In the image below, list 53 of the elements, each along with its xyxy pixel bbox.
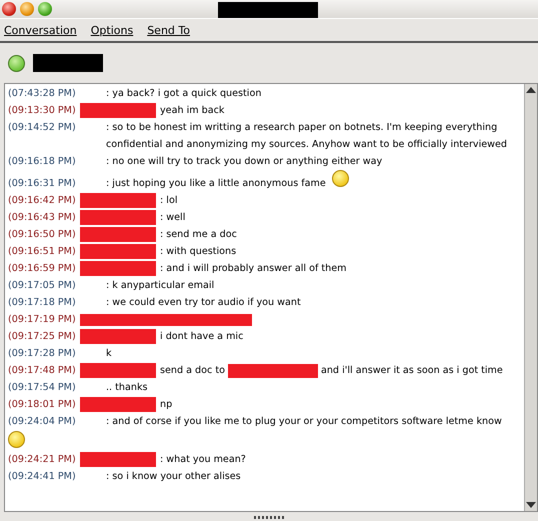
message-text: .. thanks bbox=[106, 381, 149, 395]
timestamp: (09:17:18 PM) bbox=[8, 296, 77, 310]
timestamp: (09:16:18 PM) bbox=[8, 155, 77, 169]
timestamp: (09:16:59 PM) bbox=[8, 262, 77, 276]
message-text: : lol bbox=[160, 194, 178, 208]
close-button[interactable] bbox=[2, 2, 16, 16]
timestamp: (09:24:21 PM) bbox=[8, 453, 77, 467]
timestamp: (09:16:31 PM) bbox=[8, 177, 77, 191]
timestamp: (09:17:28 PM) bbox=[8, 347, 77, 361]
message-text: : well bbox=[160, 211, 186, 225]
message-text: : k anyparticular email bbox=[106, 279, 216, 293]
message-text: np bbox=[160, 398, 174, 412]
menu-item[interactable]: Send To bbox=[147, 24, 190, 36]
menu-item[interactable]: Conversation bbox=[4, 24, 77, 36]
message-text: and i'll answer it as soon as i got time bbox=[320, 364, 503, 378]
message-text: : so to be honest im writting a research paper on botnets. I'm keeping everything confidential and anonymizing my sources. Anyhow want to be officially interviewed bbox=[106, 121, 508, 152]
message-text: send a doc to bbox=[160, 364, 225, 378]
message-text: : ya back? i got a quick question bbox=[106, 87, 262, 101]
message-text: i dont have a mic bbox=[160, 330, 244, 344]
timestamp: (09:16:50 PM) bbox=[8, 228, 77, 242]
timestamp: (09:13:30 PM) bbox=[8, 104, 77, 118]
timestamp: (09:17:05 PM) bbox=[8, 279, 77, 293]
timestamp: (09:17:19 PM) bbox=[8, 313, 77, 327]
message-text: : no one will try to track you down or anything either way bbox=[106, 155, 384, 169]
timestamp: (09:16:51 PM) bbox=[8, 245, 77, 259]
timestamp: (09:17:48 PM) bbox=[8, 364, 77, 378]
message-text: : and of corse if you like me to plug your or your competitors software letme know bbox=[106, 415, 503, 429]
scrollbar[interactable] bbox=[524, 84, 537, 511]
message-text: : so i know your other alises bbox=[106, 470, 242, 484]
timestamp: (09:14:52 PM) bbox=[8, 121, 77, 135]
message-text: : we could even try tor audio if you want bbox=[106, 296, 302, 310]
scroll-down-icon[interactable] bbox=[526, 502, 536, 508]
message-text: : what you mean? bbox=[160, 453, 247, 467]
timestamp: (09:16:42 PM) bbox=[8, 194, 77, 208]
message-text: : and i will probably answer all of them bbox=[160, 262, 348, 276]
message-text: yeah im back bbox=[160, 104, 226, 118]
scroll-up-icon[interactable] bbox=[526, 87, 536, 93]
maximize-button[interactable] bbox=[38, 2, 52, 16]
splitter-handle[interactable] bbox=[254, 516, 284, 519]
timestamp: (09:17:25 PM) bbox=[8, 330, 77, 344]
minimize-button[interactable] bbox=[20, 2, 34, 16]
message-text: k bbox=[106, 347, 113, 361]
redaction-block bbox=[33, 54, 103, 72]
menu-item[interactable]: Options bbox=[90, 24, 134, 36]
timestamp: (09:18:01 PM) bbox=[8, 398, 77, 412]
timestamp: (09:24:04 PM) bbox=[8, 415, 77, 429]
timestamp: (09:16:43 PM) bbox=[8, 211, 77, 225]
timestamp: (07:43:28 PM) bbox=[8, 87, 77, 101]
message-text: : just hoping you like a little anonymous fame bbox=[106, 177, 326, 191]
timestamp: (09:24:41 PM) bbox=[8, 470, 77, 484]
message-text: : with questions bbox=[160, 245, 238, 259]
timestamp: (09:17:54 PM) bbox=[8, 381, 77, 395]
message-text: : send me a doc bbox=[160, 228, 238, 242]
